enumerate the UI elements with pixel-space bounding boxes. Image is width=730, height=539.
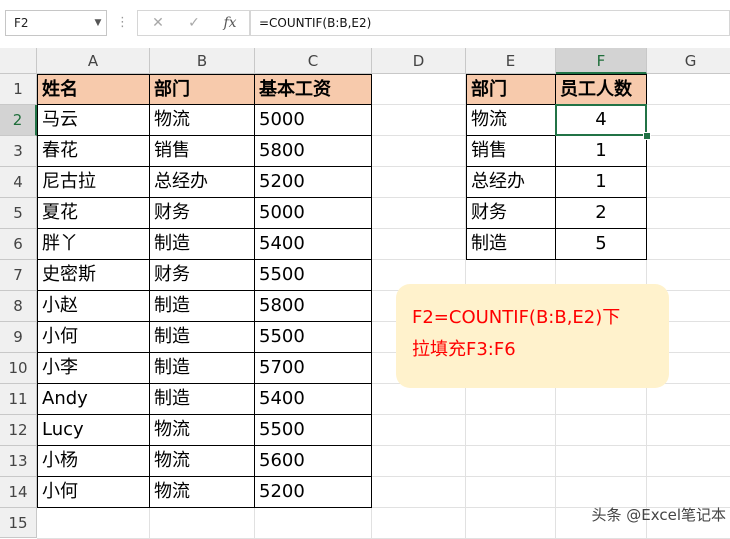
summary-cell[interactable]: 1 — [556, 167, 647, 198]
table-cell[interactable]: Lucy — [37, 415, 150, 446]
note-line-1: F2=COUNTIF(B:B,E2)下 — [412, 307, 621, 328]
insert-function-icon[interactable]: fx — [212, 11, 248, 35]
column-header-c[interactable]: C — [255, 48, 372, 74]
cancel-icon[interactable]: ✕ — [140, 11, 176, 35]
table-cell[interactable]: 5600 — [255, 446, 372, 477]
row-header-15[interactable]: 15 — [0, 508, 37, 538]
table-header-cell[interactable]: 部门 — [150, 74, 255, 105]
table-cell[interactable]: 5200 — [255, 167, 372, 198]
table-cell[interactable]: 5700 — [255, 353, 372, 384]
row-header-8[interactable]: 8 — [0, 291, 37, 322]
table-cell[interactable]: 制造 — [150, 353, 255, 384]
summary-cell[interactable]: 物流 — [466, 105, 556, 136]
table-cell[interactable]: 销售 — [150, 136, 255, 167]
table-cell[interactable]: 小杨 — [37, 446, 150, 477]
watermark: 头条 @Excel笔记本 — [591, 506, 726, 524]
row-header-10[interactable]: 10 — [0, 353, 37, 384]
row-header-11[interactable]: 11 — [0, 384, 37, 415]
note-line-2: 拉填充F3:F6 — [412, 339, 516, 360]
table-cell[interactable]: 小李 — [37, 353, 150, 384]
formula-input[interactable]: =COUNTIF(B:B,E2) — [250, 10, 730, 36]
table-cell[interactable]: 制造 — [150, 384, 255, 415]
table-cell[interactable]: 尼古拉 — [37, 167, 150, 198]
table-cell[interactable]: 史密斯 — [37, 260, 150, 291]
row-header-3[interactable]: 3 — [0, 136, 37, 167]
table-cell[interactable]: 5200 — [255, 477, 372, 508]
row-header-7[interactable]: 7 — [0, 260, 37, 291]
table-cell[interactable]: Andy — [37, 384, 150, 415]
summary-cell[interactable]: 总经办 — [466, 167, 556, 198]
table-cell[interactable]: 财务 — [150, 260, 255, 291]
row-header-2[interactable]: 2 — [0, 105, 37, 136]
row-header-9[interactable]: 9 — [0, 322, 37, 353]
select-all-corner[interactable] — [0, 48, 37, 74]
annotation-note: F2=COUNTIF(B:B,E2)下 拉填充F3:F6 — [396, 284, 669, 388]
summary-cell[interactable]: 制造 — [466, 229, 556, 260]
summary-header-cell[interactable]: 部门 — [466, 74, 556, 105]
column-header-g[interactable]: G — [647, 48, 730, 74]
column-header-f[interactable]: F — [556, 48, 647, 74]
table-cell[interactable]: 夏花 — [37, 198, 150, 229]
row-header-1[interactable]: 1 — [0, 74, 37, 105]
table-cell[interactable]: 胖丫 — [37, 229, 150, 260]
summary-cell[interactable]: 5 — [556, 229, 647, 260]
table-cell[interactable]: 物流 — [150, 105, 255, 136]
table-cell[interactable]: 5800 — [255, 136, 372, 167]
table-cell[interactable]: 春花 — [37, 136, 150, 167]
column-header-e[interactable]: E — [466, 48, 556, 74]
row-header-14[interactable]: 14 — [0, 477, 37, 508]
chevron-down-icon[interactable]: ▼ — [90, 10, 106, 36]
table-cell[interactable]: 制造 — [150, 322, 255, 353]
drag-handle-icon[interactable]: ⋮ — [116, 10, 129, 36]
summary-cell[interactable]: 2 — [556, 198, 647, 229]
column-header-d[interactable]: D — [372, 48, 466, 74]
formula-bar-area: F2 ▼ ⋮ ✕ ✓ fx =COUNTIF(B:B,E2) — [0, 0, 730, 48]
row-header-13[interactable]: 13 — [0, 446, 37, 477]
row-header-4[interactable]: 4 — [0, 167, 37, 198]
row-header-12[interactable]: 12 — [0, 415, 37, 446]
summary-cell[interactable]: 财务 — [466, 198, 556, 229]
table-cell[interactable]: 马云 — [37, 105, 150, 136]
formula-buttons: ✕ ✓ fx — [137, 10, 250, 36]
fill-handle[interactable] — [643, 132, 651, 140]
table-cell[interactable]: 5500 — [255, 415, 372, 446]
row-header-5[interactable]: 5 — [0, 198, 37, 229]
table-cell[interactable]: 物流 — [150, 446, 255, 477]
column-header-a[interactable]: A — [37, 48, 150, 74]
row-header-6[interactable]: 6 — [0, 229, 37, 260]
summary-cell[interactable]: 1 — [556, 136, 647, 167]
table-header-cell[interactable]: 基本工资 — [255, 74, 372, 105]
table-cell[interactable]: 小何 — [37, 477, 150, 508]
table-cell[interactable]: 物流 — [150, 415, 255, 446]
table-cell[interactable]: 物流 — [150, 477, 255, 508]
table-cell[interactable]: 制造 — [150, 229, 255, 260]
table-cell[interactable]: 5000 — [255, 105, 372, 136]
column-header-b[interactable]: B — [150, 48, 255, 74]
table-cell[interactable]: 5400 — [255, 384, 372, 415]
table-cell[interactable]: 5000 — [255, 198, 372, 229]
table-cell[interactable]: 5800 — [255, 291, 372, 322]
enter-icon[interactable]: ✓ — [176, 11, 212, 35]
table-cell[interactable]: 5500 — [255, 260, 372, 291]
table-cell[interactable]: 5400 — [255, 229, 372, 260]
table-cell[interactable]: 5500 — [255, 322, 372, 353]
table-cell[interactable]: 总经办 — [150, 167, 255, 198]
summary-header-cell[interactable]: 员工人数 — [556, 74, 647, 105]
table-cell[interactable]: 小赵 — [37, 291, 150, 322]
table-cell[interactable]: 财务 — [150, 198, 255, 229]
selected-cell-outline — [555, 104, 647, 136]
summary-cell[interactable]: 销售 — [466, 136, 556, 167]
table-cell[interactable]: 制造 — [150, 291, 255, 322]
table-header-cell[interactable]: 姓名 — [37, 74, 150, 105]
table-cell[interactable]: 小何 — [37, 322, 150, 353]
